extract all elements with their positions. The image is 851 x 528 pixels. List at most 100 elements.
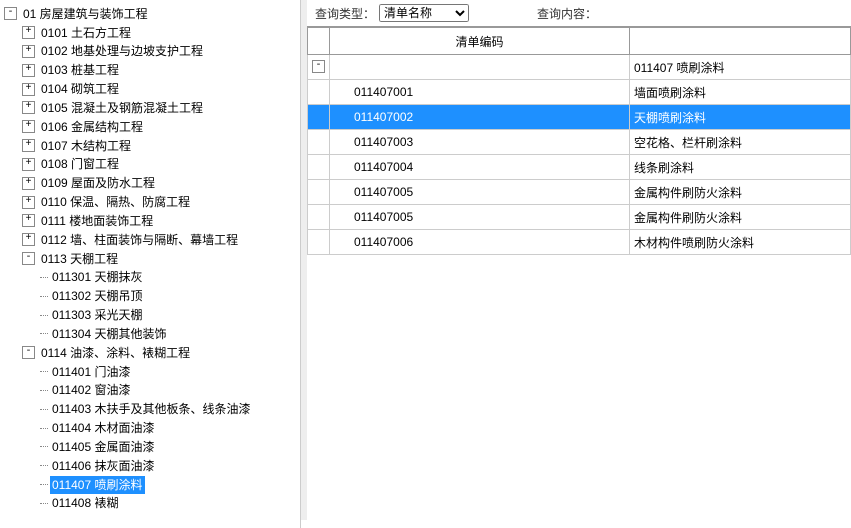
code-cell: 011407004: [330, 155, 630, 180]
query-content-label: 查询内容：: [537, 5, 597, 22]
group-name-cell: 011407 喷刷涂料: [630, 55, 851, 80]
col-expander: [308, 28, 330, 55]
group-code-cell: [330, 55, 630, 80]
tree-node[interactable]: 011401 门油漆: [40, 362, 300, 381]
tree-node-label[interactable]: 0102 地基处理与边坡支护工程: [39, 42, 205, 60]
tree-node[interactable]: 011403 木扶手及其他板条、线条油漆: [40, 399, 300, 418]
tree-node[interactable]: 011303 采光天棚: [40, 305, 300, 324]
tree-node-label[interactable]: 0104 砌筑工程: [39, 80, 121, 98]
expander-cell: [308, 155, 330, 180]
expander-cell: [308, 180, 330, 205]
tree-node[interactable]: -0113 天棚工程011301 天棚抹灰011302 天棚吊顶011303 采…: [22, 249, 300, 343]
tree-node-label[interactable]: 011403 木扶手及其他板条、线条油漆: [50, 400, 253, 418]
tree-node[interactable]: +0111 楼地面装饰工程: [22, 211, 300, 230]
tree-node[interactable]: 011402 窗油漆: [40, 381, 300, 400]
tree-node-label[interactable]: 01 房屋建筑与装饰工程: [21, 5, 150, 23]
expand-icon[interactable]: +: [22, 64, 35, 77]
name-cell: 金属构件刷防火涂料: [630, 205, 851, 230]
list-table: 清单编码 -011407 喷刷涂料011407001墙面喷刷涂料01140700…: [307, 27, 851, 255]
tree-node[interactable]: 011407 喷刷涂料: [40, 475, 300, 494]
expander-cell: [308, 105, 330, 130]
tree-node-label[interactable]: 011303 采光天棚: [50, 306, 145, 324]
tree-node-label[interactable]: 011404 木材面油漆: [50, 419, 157, 437]
tree-node[interactable]: 011301 天棚抹灰: [40, 268, 300, 287]
tree-node[interactable]: 011406 抹灰面油漆: [40, 456, 300, 475]
tree-node[interactable]: 011304 天棚其他装饰: [40, 324, 300, 343]
table-group-row[interactable]: - 011407 喷刷涂料: [308, 55, 851, 80]
expand-icon[interactable]: +: [22, 177, 35, 190]
name-cell: 空花格、栏杆刷涂料: [630, 130, 851, 155]
expand-icon[interactable]: +: [22, 158, 35, 171]
tree-node-label[interactable]: 0105 混凝土及钢筋混凝土工程: [39, 99, 205, 117]
code-cell: 011407003: [330, 130, 630, 155]
tree-node-label[interactable]: 0108 门窗工程: [39, 155, 121, 173]
tree-node-label[interactable]: 0112 墙、柱面装饰与隔断、幕墙工程: [39, 231, 240, 249]
table-row[interactable]: 011407006木材构件喷刷防火涂料: [308, 230, 851, 255]
tree-node-label[interactable]: 0114 油漆、涂料、裱糊工程: [39, 344, 192, 362]
tree-node[interactable]: +0109 屋面及防水工程: [22, 173, 300, 192]
tree-node-label[interactable]: 0106 金属结构工程: [39, 118, 145, 136]
tree-node[interactable]: -01 房屋建筑与装饰工程+0101 土石方工程+0102 地基处理与边坡支护工…: [4, 4, 300, 512]
query-type-select[interactable]: 清单名称: [379, 4, 469, 22]
tree-node-label[interactable]: 011401 门油漆: [50, 363, 133, 381]
tree-node[interactable]: +0101 土石方工程: [22, 23, 300, 42]
tree-node-label[interactable]: 0110 保温、隔热、防腐工程: [39, 193, 192, 211]
tree-node-label[interactable]: 011405 金属面油漆: [50, 438, 157, 456]
code-cell: 011407001: [330, 80, 630, 105]
expand-icon[interactable]: +: [22, 83, 35, 96]
tree-node-label[interactable]: 011406 抹灰面油漆: [50, 457, 157, 475]
expand-icon[interactable]: +: [22, 214, 35, 227]
tree-node[interactable]: +0105 混凝土及钢筋混凝土工程: [22, 98, 300, 117]
collapse-icon[interactable]: -: [22, 346, 35, 359]
tree-node[interactable]: 011405 金属面油漆: [40, 437, 300, 456]
tree-node-label[interactable]: 0111 楼地面装饰工程: [39, 212, 155, 230]
name-cell: 金属构件刷防火涂料: [630, 180, 851, 205]
tree-node-label[interactable]: 011407 喷刷涂料: [50, 476, 145, 494]
collapse-icon[interactable]: -: [22, 252, 35, 265]
table-row[interactable]: 011407004线条刷涂料: [308, 155, 851, 180]
tree-node-label[interactable]: 0113 天棚工程: [39, 250, 120, 268]
expand-icon[interactable]: +: [22, 120, 35, 133]
tree-node[interactable]: +0107 木结构工程: [22, 136, 300, 155]
tree-node-label[interactable]: 0101 土石方工程: [39, 24, 133, 42]
category-tree-panel: -01 房屋建筑与装饰工程+0101 土石方工程+0102 地基处理与边坡支护工…: [0, 0, 301, 528]
collapse-icon[interactable]: -: [4, 7, 17, 20]
tree-node[interactable]: -0114 油漆、涂料、裱糊工程011401 门油漆011402 窗油漆0114…: [22, 343, 300, 512]
tree-node[interactable]: 011404 木材面油漆: [40, 418, 300, 437]
right-panel: 查询类型： 清单名称 查询内容： 清单编码: [307, 0, 851, 520]
expand-icon[interactable]: +: [22, 233, 35, 246]
table-row[interactable]: 011407005金属构件刷防火涂料: [308, 180, 851, 205]
tree-node[interactable]: +0108 门窗工程: [22, 155, 300, 174]
table-row[interactable]: 011407001墙面喷刷涂料: [308, 80, 851, 105]
tree-node-label[interactable]: 011304 天棚其他装饰: [50, 325, 169, 343]
col-name[interactable]: [630, 28, 851, 55]
tree-node[interactable]: +0102 地基处理与边坡支护工程: [22, 42, 300, 61]
code-cell: 011407002: [330, 105, 630, 130]
expand-icon[interactable]: +: [22, 196, 35, 209]
name-cell: 线条刷涂料: [630, 155, 851, 180]
tree-node-label[interactable]: 0107 木结构工程: [39, 137, 133, 155]
table-row[interactable]: 011407003空花格、栏杆刷涂料: [308, 130, 851, 155]
tree-node[interactable]: +0103 桩基工程: [22, 60, 300, 79]
tree-node[interactable]: +0106 金属结构工程: [22, 117, 300, 136]
expand-icon[interactable]: +: [22, 45, 35, 58]
collapse-icon[interactable]: -: [308, 55, 330, 80]
tree-node[interactable]: 011408 裱糊: [40, 494, 300, 513]
table-row[interactable]: 011407005金属构件刷防火涂料: [308, 205, 851, 230]
col-code[interactable]: 清单编码: [330, 28, 630, 55]
expand-icon[interactable]: +: [22, 26, 35, 39]
tree-node-label[interactable]: 011402 窗油漆: [50, 381, 133, 399]
category-tree[interactable]: -01 房屋建筑与装饰工程+0101 土石方工程+0102 地基处理与边坡支护工…: [0, 4, 300, 512]
expand-icon[interactable]: +: [22, 139, 35, 152]
tree-node[interactable]: +0110 保温、隔热、防腐工程: [22, 192, 300, 211]
tree-node-label[interactable]: 0109 屋面及防水工程: [39, 174, 157, 192]
tree-node-label[interactable]: 011302 天棚吊顶: [50, 287, 145, 305]
tree-node-label[interactable]: 011408 裱糊: [50, 494, 121, 512]
tree-node[interactable]: +0104 砌筑工程: [22, 79, 300, 98]
tree-node[interactable]: 011302 天棚吊顶: [40, 286, 300, 305]
expand-icon[interactable]: +: [22, 101, 35, 114]
tree-node[interactable]: +0112 墙、柱面装饰与隔断、幕墙工程: [22, 230, 300, 249]
table-row[interactable]: 011407002天棚喷刷涂料: [308, 105, 851, 130]
tree-node-label[interactable]: 0103 桩基工程: [39, 61, 121, 79]
tree-node-label[interactable]: 011301 天棚抹灰: [50, 268, 145, 286]
